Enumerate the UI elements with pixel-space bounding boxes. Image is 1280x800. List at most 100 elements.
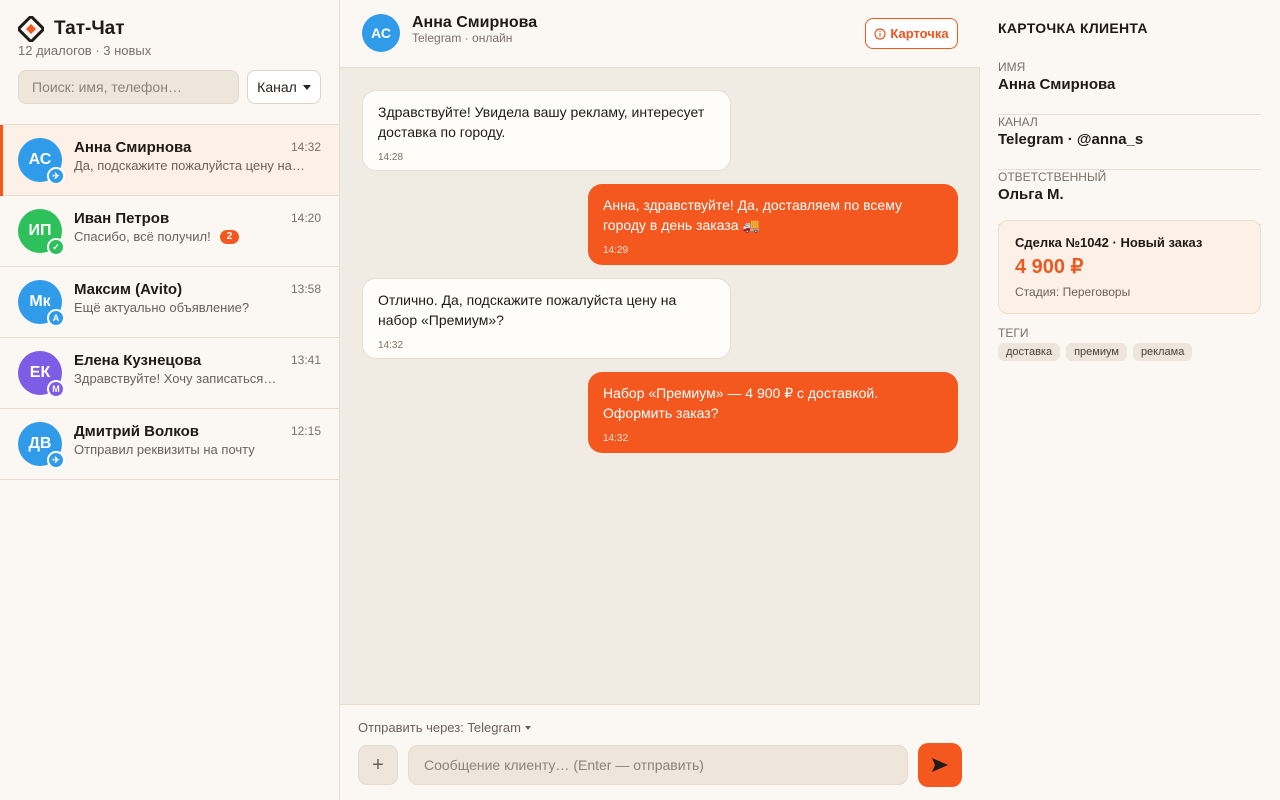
dialog-preview-text: Отправил реквизиты на почту	[74, 442, 255, 457]
avatar: АС ✈	[18, 138, 65, 185]
dialog-item[interactable]: ЕК M Елена Кузнецова 13:41 Здравствуйте! Хоч…	[0, 338, 339, 409]
deal-title: Сделка №1042 · Новый заказ	[1015, 235, 1203, 250]
dialog-item[interactable]: АС ✈ Анна Смирнова 14:32 Да, подскажите пожа…	[0, 125, 339, 196]
tags-label: ТЕГИ	[998, 326, 1029, 340]
avatar: ЕК M	[18, 351, 65, 398]
message-time: 14:32	[603, 433, 629, 444]
message-text: Отлично. Да, подскажите пожалуйста цену …	[378, 292, 677, 328]
avatar-initials: Мк	[29, 293, 51, 310]
unread-badge: 2	[219, 229, 240, 244]
message-time: 14:29	[603, 245, 629, 256]
chevron-down-icon	[524, 725, 531, 730]
message-input[interactable]	[408, 745, 908, 785]
dialog-preview: Здравствуйте! Хочу записаться…	[74, 371, 276, 386]
client-card-title: КАРТОЧКА КЛИЕНТА	[998, 20, 1148, 36]
dialog-preview-text: Да, подскажите пожалуйста цену на…	[74, 158, 305, 173]
telegram-icon: ✈	[47, 451, 65, 469]
field-channel: КАНАЛ Telegram · @anna_s	[998, 115, 1261, 170]
field-label: КАНАЛ	[998, 115, 1038, 129]
avatar-initials: ДВ	[28, 435, 52, 452]
tag[interactable]: реклама	[1132, 343, 1193, 361]
avatar: ДВ ✈	[18, 422, 65, 469]
message-list: Здравствуйте! Увидела вашу рекламу, инте…	[340, 68, 980, 704]
tag[interactable]: доставка	[998, 343, 1061, 361]
field-label: ИМЯ	[998, 60, 1026, 74]
send-channel-label: Отправить через: Telegram	[358, 720, 521, 735]
incoming-message: Здравствуйте! Увидела вашу рекламу, инте…	[362, 90, 731, 171]
tag[interactable]: премиум	[1066, 343, 1127, 361]
send-icon	[932, 758, 948, 772]
dialog-time: 14:32	[290, 140, 321, 154]
dialog-name: Максим (Avito)	[74, 281, 183, 298]
avatar-initials: ИП	[28, 222, 52, 239]
dialog-item[interactable]: Мк A Максим (Avito) 13:58 Ещё актуально объя…	[0, 267, 339, 338]
tag-list: доставка премиум реклама	[998, 343, 1193, 361]
message-time: 14:28	[378, 152, 404, 163]
avatar: ИП ✓	[18, 209, 65, 256]
dialog-preview: Отправил реквизиты на почту	[74, 442, 255, 457]
dialog-name: Елена Кузнецова	[74, 352, 202, 369]
outgoing-message: Анна, здравствуйте! Да, доставляем по вс…	[588, 184, 958, 265]
dialog-time: 13:58	[290, 282, 321, 296]
dialog-name: Иван Петров	[74, 210, 170, 227]
dialog-time: 14:20	[290, 211, 321, 225]
dialog-time: 12:15	[290, 424, 321, 438]
dialog-preview-text: Спасибо, всё получил!	[74, 229, 211, 244]
info-icon	[874, 27, 886, 40]
message-text: Анна, здравствуйте! Да, доставляем по вс…	[603, 197, 902, 233]
deal-amount: 4 900 ₽	[1015, 256, 1084, 278]
dialog-item[interactable]: ДВ ✈ Дмитрий Волков 12:15 Отправил реквизиты…	[0, 409, 339, 480]
send-button[interactable]	[918, 743, 962, 787]
dialog-item[interactable]: ИП ✓ Иван Петров 14:20 Спасибо, всё получил!…	[0, 196, 339, 267]
chat-header: АС Анна Смирнова Telegram · онлайн Карто…	[340, 0, 980, 68]
telegram-icon: ✈	[47, 167, 65, 185]
dialog-preview: Да, подскажите пожалуйста цену на…	[74, 158, 305, 173]
contact-name: Анна Смирнова	[412, 14, 538, 31]
composer: Отправить через: Telegram +	[340, 704, 980, 800]
dialog-name: Дмитрий Волков	[74, 423, 199, 440]
field-name: ИМЯ Анна Смирнова	[998, 60, 1261, 115]
field-value: Telegram · @anna_s	[998, 131, 1144, 148]
dialogs-summary: 12 диалогов · 3 новых	[18, 43, 152, 58]
logo-icon	[18, 16, 44, 42]
dialog-preview-text: Ещё актуально объявление?	[74, 300, 250, 315]
message-time: 14:32	[378, 340, 404, 351]
max-icon: M	[47, 380, 65, 398]
message-text: Набор «Премиум» — 4 900 ₽ с доставкой. О…	[603, 385, 879, 421]
dialog-name: Анна Смирнова	[74, 139, 192, 156]
avatar: Мк A	[18, 280, 65, 327]
deal-card[interactable]: Сделка №1042 · Новый заказ 4 900 ₽ Стади…	[998, 220, 1261, 314]
incoming-message: Отлично. Да, подскажите пожалуйста цену …	[362, 278, 731, 359]
dialog-preview-text: Здравствуйте! Хочу записаться…	[74, 371, 277, 386]
sidebar: Тат-Чат 12 диалогов · 3 новых Канал АС✈А…	[0, 0, 340, 800]
avito-icon: A	[47, 309, 65, 327]
search-input[interactable]	[18, 70, 239, 104]
avatar: АС	[362, 14, 400, 52]
plus-icon: +	[372, 753, 384, 776]
app-window: Тат-Чат 12 диалогов · 3 новых Канал АС✈А…	[0, 0, 1280, 800]
contact-status: Telegram · онлайн	[412, 31, 513, 45]
card-button[interactable]: Карточка	[865, 18, 958, 49]
field-label: ОТВЕТСТВЕННЫЙ	[998, 170, 1107, 184]
client-card: КАРТОЧКА КЛИЕНТА ИМЯ Анна Смирнова КАНАЛ…	[980, 0, 1280, 800]
chat-panel: АС Анна Смирнова Telegram · онлайн Карто…	[340, 0, 980, 800]
dialog-preview: Спасибо, всё получил! 2	[74, 229, 240, 244]
outgoing-message: Набор «Премиум» — 4 900 ₽ с доставкой. О…	[588, 372, 958, 453]
channel-filter-button[interactable]: Канал	[247, 70, 321, 104]
whatsapp-icon: ✓	[47, 238, 65, 256]
dialog-list: АС ✈ Анна Смирнова 14:32 Да, подскажите пожа…	[0, 124, 339, 480]
chevron-down-icon	[302, 84, 311, 90]
dialog-preview: Ещё актуально объявление?	[74, 300, 249, 315]
send-channel-select[interactable]: Отправить через: Telegram	[358, 720, 531, 735]
message-text: Здравствуйте! Увидела вашу рекламу, инте…	[378, 104, 705, 140]
app-name: Тат-Чат	[54, 18, 125, 39]
deal-stage: Стадия: Переговоры	[1015, 285, 1131, 299]
channel-filter-label: Канал	[257, 79, 297, 95]
field-value: Анна Смирнова	[998, 76, 1116, 93]
attach-button[interactable]: +	[358, 745, 398, 785]
avatar-initials: ЕК	[29, 364, 51, 381]
brand: Тат-Чат	[18, 16, 125, 42]
field-responsible: ОТВЕТСТВЕННЫЙ Ольга М.	[998, 170, 1261, 225]
field-value: Ольга М.	[998, 186, 1064, 203]
dialog-time: 13:41	[290, 353, 321, 367]
